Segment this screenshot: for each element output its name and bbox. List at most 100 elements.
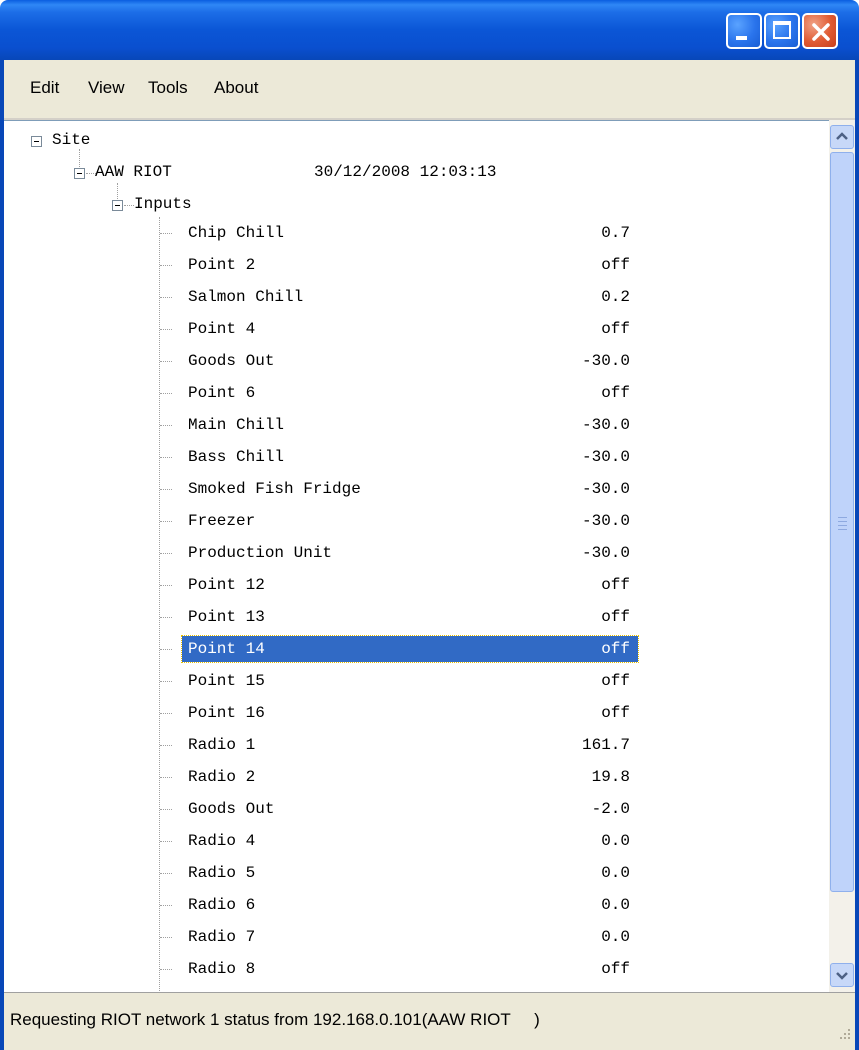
input-value: 0.0 xyxy=(601,864,630,882)
scroll-grip xyxy=(838,521,847,522)
tree-connector xyxy=(160,649,172,650)
input-label: Point 4 xyxy=(188,320,256,338)
tree-item-input[interactable]: Goods Out -2.0 xyxy=(4,793,829,825)
input-value: -30.0 xyxy=(581,416,630,434)
tree-connector xyxy=(160,585,172,586)
title-bar xyxy=(0,0,859,60)
tree-item-input[interactable]: Smoked Fish Fridge -30.0 xyxy=(4,473,829,505)
tree-connector xyxy=(160,521,172,522)
vertical-scrollbar[interactable] xyxy=(829,120,855,992)
input-label: Radio 5 xyxy=(188,864,256,882)
tree-connector xyxy=(160,457,172,458)
tree-node-device[interactable]: AAW RIOT xyxy=(95,163,172,181)
status-bar: Requesting RIOT network 1 status from 19… xyxy=(4,992,855,1050)
tree-item-input[interactable]: Main Chill -30.0 xyxy=(4,409,829,441)
menu-bar: Edit View Tools About xyxy=(0,60,859,118)
tree-connector xyxy=(160,489,172,490)
input-value: 161.7 xyxy=(581,736,630,754)
input-value: 0.0 xyxy=(601,928,630,946)
menu-view[interactable]: View xyxy=(88,78,125,98)
input-value: -2.0 xyxy=(591,800,630,818)
close-icon xyxy=(812,23,830,41)
tree-connector xyxy=(160,265,172,266)
input-value: -30.0 xyxy=(581,512,630,530)
scroll-up-button[interactable] xyxy=(830,125,854,149)
menu-about[interactable]: About xyxy=(214,78,258,98)
tree-item-input[interactable]: Bass Chill -30.0 xyxy=(4,441,829,473)
tree-item-input[interactable]: Radio 7 0.0 xyxy=(4,921,829,953)
scroll-thumb[interactable] xyxy=(830,152,854,892)
tree-connector xyxy=(160,361,172,362)
tree-connector xyxy=(160,233,172,234)
scroll-down-button[interactable] xyxy=(830,963,854,987)
input-label: Radio 6 xyxy=(188,896,256,914)
input-label: Point 15 xyxy=(188,672,265,690)
tree-connector xyxy=(160,329,172,330)
tree-item-input[interactable]: Chip Chill 0.7 xyxy=(4,217,829,249)
tree-node-inputs[interactable]: Inputs xyxy=(134,195,192,213)
tree-connector xyxy=(160,713,172,714)
tree-item-input[interactable]: Radio 5 0.0 xyxy=(4,857,829,889)
input-label: Goods Out xyxy=(188,800,275,818)
input-value: 0.7 xyxy=(601,224,630,242)
tree-item-input[interactable]: Point 16 off xyxy=(4,697,829,729)
tree-item-input[interactable]: Goods Out -30.0 xyxy=(4,345,829,377)
tree-connector xyxy=(160,745,172,746)
collapse-site-icon[interactable] xyxy=(31,136,42,147)
input-value: -30.0 xyxy=(581,544,630,562)
tree-connector xyxy=(160,969,172,970)
tree-item-input[interactable]: Radio 8 off xyxy=(4,953,829,985)
scroll-grip xyxy=(838,525,847,526)
input-label: Radio 1 xyxy=(188,736,256,754)
tree-item-input[interactable]: Point 12 off xyxy=(4,569,829,601)
tree-connector xyxy=(160,681,172,682)
tree-connector xyxy=(117,183,118,201)
input-value: off xyxy=(601,384,630,402)
tree-connector xyxy=(160,617,172,618)
maximize-button[interactable] xyxy=(764,13,800,49)
tree-connector xyxy=(124,205,134,206)
input-label: Radio 2 xyxy=(188,768,256,786)
collapse-inputs-icon[interactable] xyxy=(112,200,123,211)
input-label: Main Chill xyxy=(188,416,285,434)
tree-item-input[interactable]: Point 2 off xyxy=(4,249,829,281)
tree-connector xyxy=(160,297,172,298)
tree-item-input[interactable]: Radio 2 19.8 xyxy=(4,761,829,793)
input-label: Freezer xyxy=(188,512,256,530)
input-label: Bass Chill xyxy=(188,448,285,466)
input-label: Point 14 xyxy=(188,640,265,658)
window-frame-right xyxy=(855,118,859,1050)
minimize-button[interactable] xyxy=(726,13,762,49)
resize-grip-icon[interactable] xyxy=(837,1026,851,1040)
tree-item-input[interactable]: Radio 1 161.7 xyxy=(4,729,829,761)
tree-item-input[interactable]: Salmon Chill 0.2 xyxy=(4,281,829,313)
tree-connector xyxy=(160,393,172,394)
input-label: Radio 8 xyxy=(188,960,256,978)
menu-tools[interactable]: Tools xyxy=(148,78,188,98)
input-label: Salmon Chill xyxy=(188,288,304,306)
tree-item-input[interactable]: Point 15 off xyxy=(4,665,829,697)
tree-item-input[interactable]: Point 13 off xyxy=(4,601,829,633)
input-label: Point 13 xyxy=(188,608,265,626)
tree-item-input[interactable]: Radio 6 0.0 xyxy=(4,889,829,921)
tree-view[interactable]: Site AAW RIOT 30/12/2008 12:03:13 Inputs… xyxy=(4,120,829,993)
input-label: Smoked Fish Fridge xyxy=(188,480,361,498)
input-value: off xyxy=(601,960,630,978)
input-value: 0.0 xyxy=(601,896,630,914)
close-button[interactable] xyxy=(802,13,838,49)
tree-item-input[interactable]: Point 14 off xyxy=(4,633,829,665)
tree-item-input[interactable]: Production Unit -30.0 xyxy=(4,537,829,569)
input-value: 0.0 xyxy=(601,832,630,850)
input-label: Chip Chill xyxy=(188,224,285,242)
device-timestamp: 30/12/2008 12:03:13 xyxy=(314,163,497,181)
tree-connector xyxy=(160,777,172,778)
tree-item-input[interactable]: Point 6 off xyxy=(4,377,829,409)
chevron-down-icon xyxy=(836,972,848,980)
tree-item-input[interactable]: Freezer -30.0 xyxy=(4,505,829,537)
tree-node-site[interactable]: Site xyxy=(52,131,90,149)
tree-connector xyxy=(160,905,172,906)
tree-item-input[interactable]: Radio 4 0.0 xyxy=(4,825,829,857)
menu-edit[interactable]: Edit xyxy=(30,78,59,98)
tree-item-input[interactable]: Point 4 off xyxy=(4,313,829,345)
collapse-device-icon[interactable] xyxy=(74,168,85,179)
